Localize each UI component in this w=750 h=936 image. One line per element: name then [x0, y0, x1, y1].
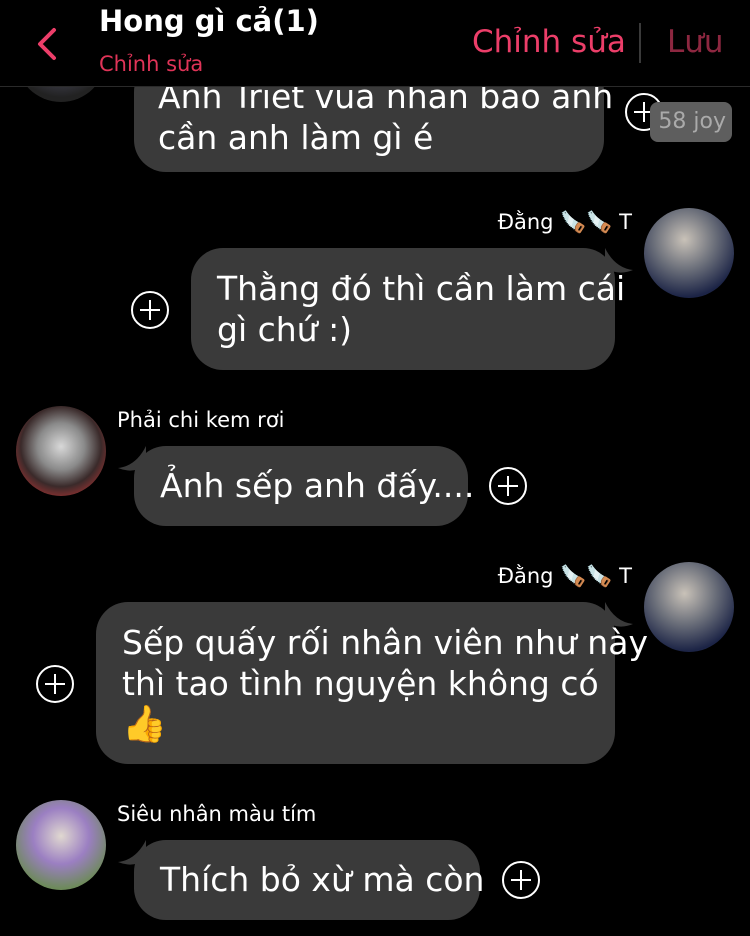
avatar[interactable]	[16, 800, 106, 890]
message-line: Thằng đó thì cần làm cái	[217, 269, 626, 308]
chat-title: Hong gì cả(1)	[99, 4, 319, 38]
message-bubble[interactable]: Sếp quấy rối nhân viên như này thì tao t…	[96, 602, 648, 764]
sender-name: Phải chi kem rơi	[117, 408, 285, 432]
avatar[interactable]	[16, 406, 106, 496]
avatar[interactable]	[644, 562, 734, 652]
header-divider	[639, 23, 641, 63]
plus-circle-icon[interactable]	[488, 466, 528, 506]
chat-header: Hong gì cả(1) Chỉnh sửa Chỉnh sửa Lưu	[0, 0, 750, 87]
sender-name: Đằng 🪚🪚 T	[497, 564, 632, 588]
plus-circle-icon[interactable]	[35, 664, 75, 704]
thumbs-up-emoji: 👍	[122, 704, 167, 745]
chevron-left-icon[interactable]	[28, 22, 68, 66]
message-line: Sếp quấy rối nhân viên như này	[122, 623, 648, 662]
message-line: Ảnh sếp anh đấy....	[160, 466, 475, 505]
edit-button[interactable]: Chỉnh sửa	[472, 24, 626, 60]
save-button[interactable]: Lưu	[667, 24, 724, 60]
message-bubble[interactable]: Thằng đó thì cần làm cái gì chứ :)	[191, 248, 626, 370]
message-line: Thích bỏ xừ mà còn	[160, 860, 485, 899]
message-line: thì tao tình nguyện không có	[122, 664, 599, 703]
plus-circle-icon[interactable]	[501, 860, 541, 900]
message-timestamp: 58 joy	[650, 102, 732, 142]
sender-name: Đằng 🪚🪚 T	[497, 210, 632, 234]
bubble-tail	[605, 602, 633, 627]
message-line: gì chứ :)	[217, 310, 353, 349]
chat-subtitle[interactable]: Chỉnh sửa	[99, 52, 203, 76]
message-line: cần anh làm gì é	[158, 118, 434, 157]
avatar[interactable]	[644, 208, 734, 298]
plus-circle-icon[interactable]	[130, 290, 170, 330]
message-bubble[interactable]: Thích bỏ xừ mà còn	[134, 840, 485, 920]
sender-name: Siêu nhân màu tím	[117, 802, 317, 826]
bubble-tail	[605, 248, 633, 273]
message-bubble[interactable]: Ảnh sếp anh đấy....	[134, 446, 475, 526]
